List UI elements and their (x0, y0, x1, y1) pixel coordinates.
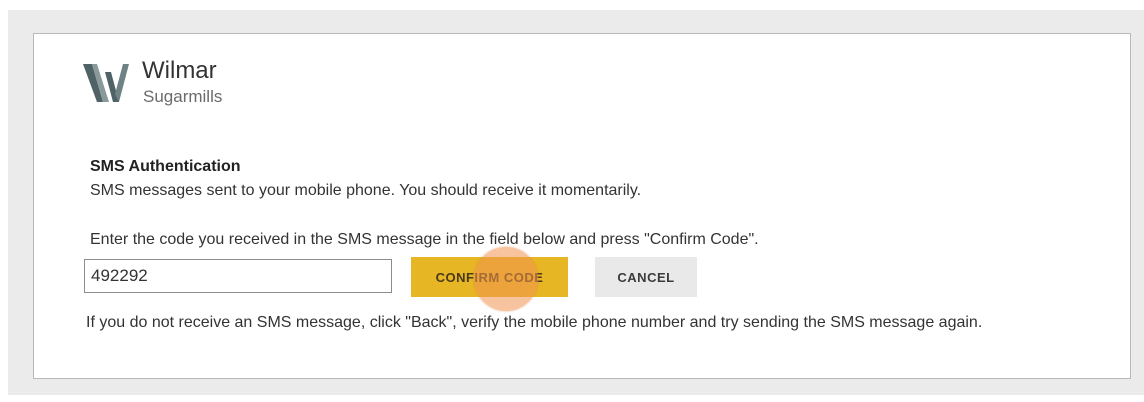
confirm-code-button[interactable]: CONFIRM CODE (411, 257, 568, 297)
cancel-button[interactable]: CANCEL (595, 257, 697, 297)
sms-code-input[interactable] (84, 259, 392, 293)
resend-help-text: If you do not receive an SMS message, cl… (86, 314, 983, 331)
sms-sent-message: SMS messages sent to your mobile phone. … (90, 182, 642, 199)
code-instruction: Enter the code you received in the SMS m… (90, 231, 759, 248)
brand-name: Wilmar (142, 57, 217, 84)
wilmar-logo-icon (83, 64, 129, 102)
sms-auth-heading: SMS Authentication (90, 158, 241, 175)
brand-subtitle: Sugarmills (143, 87, 223, 106)
